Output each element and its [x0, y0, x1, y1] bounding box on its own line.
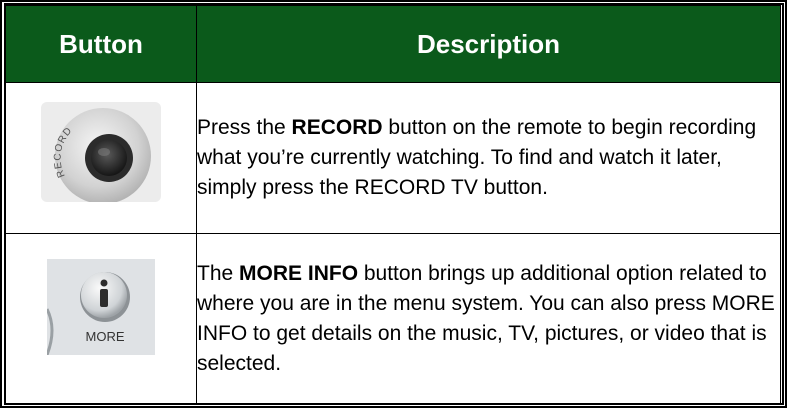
table-row: MORE The MORE INFO button brings up addi… — [5, 233, 781, 405]
record-desc-key: RECORD — [291, 116, 383, 139]
record-button-icon: RECORD — [41, 101, 161, 204]
table-header-row: Button Description — [5, 5, 781, 83]
button-image-cell: RECORD — [5, 82, 197, 234]
more-icon-label: MORE — [86, 329, 125, 344]
header-button: Button — [5, 5, 197, 83]
record-desc-pre: Press the — [197, 116, 292, 139]
record-description: Press the RECORD button on the remote to… — [196, 82, 781, 234]
more-desc-key: MORE INFO — [239, 262, 359, 285]
table-row: RECORD Press the RECORD button on the re… — [5, 82, 781, 234]
header-description: Description — [196, 5, 781, 83]
more-desc-pre: The — [197, 262, 240, 285]
button-description-table: Button Description RECORD Press the RECO… — [5, 5, 781, 405]
button-image-cell: MORE — [5, 233, 197, 405]
more-info-description: The MORE INFO button brings up additiona… — [196, 233, 781, 405]
more-info-button-icon: MORE — [45, 258, 155, 356]
